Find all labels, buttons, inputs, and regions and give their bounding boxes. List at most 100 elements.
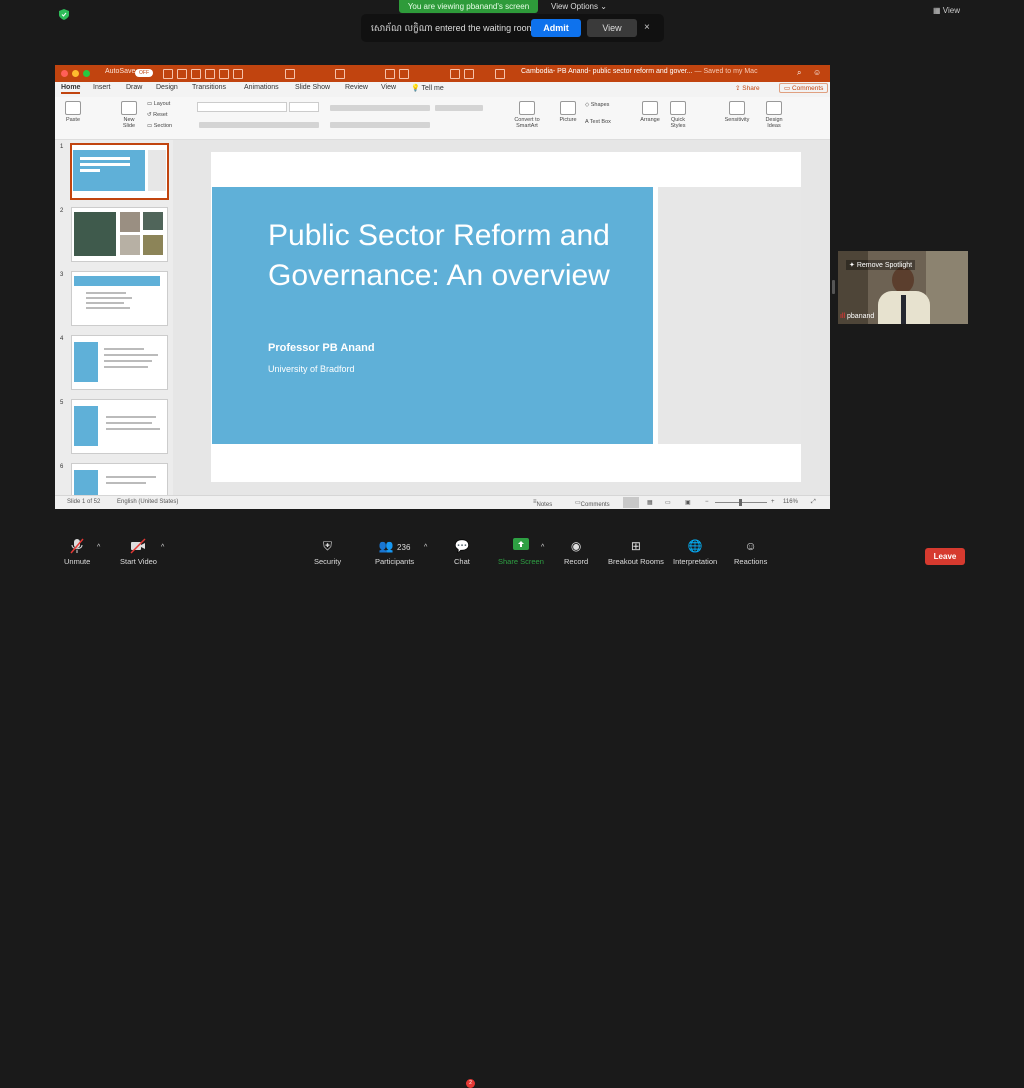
paragraph-buttons-row2[interactable]	[330, 122, 430, 128]
close-notification-icon[interactable]: ×	[644, 14, 650, 42]
admit-button[interactable]: Admit	[531, 19, 581, 37]
layout-button[interactable]: ▭ Layout	[147, 101, 170, 107]
language-status[interactable]: English (United States)	[117, 499, 178, 505]
tab-home[interactable]: Home	[61, 84, 81, 94]
present-icon[interactable]	[464, 69, 474, 79]
picture-button[interactable]: Picture	[557, 101, 579, 123]
video-options-chevron-icon[interactable]: ^	[161, 544, 164, 551]
reset-button[interactable]: ↺ Reset	[147, 112, 168, 118]
status-comments-button[interactable]: ▭ Comments	[575, 499, 610, 508]
leave-button[interactable]: Leave	[925, 548, 965, 565]
record-button[interactable]: ◉ Record	[564, 538, 588, 566]
slideshow-view-icon[interactable]: ▣	[685, 499, 691, 506]
shape-qa-icon[interactable]	[399, 69, 409, 79]
share-screen-chevron-icon[interactable]: ^	[541, 544, 544, 551]
save-icon[interactable]	[177, 69, 187, 79]
redo-icon[interactable]	[205, 69, 215, 79]
quick-styles-button[interactable]: Quick Styles	[667, 101, 689, 129]
font-format-buttons[interactable]	[199, 122, 319, 128]
sensitivity-button[interactable]: Sensitivity	[719, 101, 755, 123]
text-direction-buttons[interactable]	[435, 105, 483, 111]
new-slide-button[interactable]: New Slide	[117, 101, 141, 129]
paste-button[interactable]: Paste	[63, 101, 83, 123]
slide-number: 2	[60, 208, 64, 214]
paragraph-buttons-row1[interactable]	[330, 105, 430, 111]
slide-thumbnail-4[interactable]	[71, 335, 168, 390]
home-icon[interactable]	[163, 69, 173, 79]
chat-button[interactable]: 💬 Chat	[454, 538, 470, 566]
tab-draw[interactable]: Draw	[126, 84, 142, 91]
reactions-button[interactable]: ☺ Reactions	[734, 538, 767, 566]
search-icon[interactable]: ⌕	[797, 68, 801, 78]
slideshow-icon[interactable]	[450, 69, 460, 79]
fit-slide-icon[interactable]: ⤢	[811, 499, 816, 506]
audio-options-chevron-icon[interactable]: ^	[97, 544, 100, 551]
text-box-button[interactable]: A Text Box	[585, 119, 611, 125]
convert-smartart-button[interactable]: Convert to SmartArt	[507, 101, 547, 129]
normal-view-icon[interactable]	[623, 497, 639, 508]
slide-thumbnail-3[interactable]	[71, 271, 168, 326]
participants-button[interactable]: 👥 236 Participants	[375, 538, 414, 566]
share-button[interactable]: ⇪ Share	[735, 84, 760, 92]
share-screen-label: Share Screen	[498, 557, 544, 566]
remove-spotlight-button[interactable]: ✦ Remove Spotlight	[846, 260, 916, 270]
design-ideas-button[interactable]: Design Ideas	[761, 101, 787, 129]
shapes-button[interactable]: ◇ Shapes	[585, 102, 609, 108]
chat-label: Chat	[454, 557, 470, 566]
tab-review[interactable]: Review	[345, 84, 368, 91]
waiting-view-button[interactable]: View	[587, 19, 637, 37]
tab-slide-show[interactable]: Slide Show	[295, 84, 330, 91]
slide-affiliation[interactable]: University of Bradford	[268, 364, 355, 374]
slide-thumbnail-2[interactable]	[71, 207, 168, 262]
section-button[interactable]: ▭ Section	[147, 123, 172, 129]
tab-transitions[interactable]: Transitions	[192, 84, 226, 91]
minimize-window-icon[interactable]	[72, 70, 79, 77]
current-slide[interactable]: Public Sector Reform and Governance: An …	[211, 152, 801, 482]
slide-presenter[interactable]: Professor PB Anand	[268, 342, 375, 354]
more-icon[interactable]	[495, 69, 505, 79]
zoom-in-icon[interactable]: +	[771, 499, 775, 505]
interpretation-label: Interpretation	[673, 557, 718, 566]
table-icon[interactable]	[335, 69, 345, 79]
font-name-select[interactable]	[197, 102, 287, 112]
undo-icon[interactable]	[191, 69, 201, 79]
autosave-toggle[interactable]: OFF	[135, 69, 153, 77]
slide-thumbnail-5[interactable]	[71, 399, 168, 454]
participant-video[interactable]: ✦ Remove Spotlight ıll pbanand	[838, 251, 968, 324]
interpretation-button[interactable]: 🌐 Interpretation	[673, 538, 717, 566]
zoom-out-icon[interactable]: −	[705, 499, 709, 505]
comments-button[interactable]: ▭ Comments	[779, 83, 829, 93]
slide-title[interactable]: Public Sector Reform and Governance: An …	[268, 216, 638, 296]
tab-design[interactable]: Design	[156, 84, 178, 91]
close-window-icon[interactable]	[61, 70, 68, 77]
unmute-button[interactable]: Unmute	[64, 538, 90, 566]
arrange-button[interactable]: Arrange	[637, 101, 663, 123]
slide-thumbnail-6[interactable]	[71, 463, 168, 497]
tab-insert[interactable]: Insert	[93, 84, 111, 91]
tell-me-search[interactable]: 💡 Tell me	[411, 84, 444, 92]
zoom-percentage[interactable]: 116%	[783, 499, 798, 505]
tab-view[interactable]: View	[381, 84, 396, 91]
participants-chevron-icon[interactable]: ^	[424, 544, 427, 551]
account-icon[interactable]: ☺	[813, 68, 821, 77]
security-button[interactable]: ⛨ Security	[314, 538, 341, 566]
format-icon[interactable]	[285, 69, 295, 79]
zoom-slider-handle[interactable]	[739, 499, 742, 506]
font-size-select[interactable]	[289, 102, 319, 112]
panel-resize-handle[interactable]	[832, 280, 835, 294]
reading-view-icon[interactable]: ▭	[665, 499, 671, 506]
zoom-window-icon[interactable]	[83, 70, 90, 77]
slide-thumbnail-1[interactable]	[70, 143, 169, 200]
view-button-top[interactable]: ▦ View	[933, 6, 960, 15]
layout-label: Layout	[153, 101, 171, 107]
picture-qa-icon[interactable]	[385, 69, 395, 79]
toolbar-icon[interactable]	[233, 69, 243, 79]
breakout-rooms-button[interactable]: ⊞ Breakout Rooms	[608, 538, 664, 566]
tab-animations[interactable]: Animations	[244, 84, 279, 91]
start-video-button[interactable]: Start Video	[120, 538, 157, 566]
print-icon[interactable]	[219, 69, 229, 79]
view-options-button[interactable]: View Options ⌄	[551, 0, 607, 13]
notes-button[interactable]: ≡ Notes	[533, 499, 552, 508]
slide-sorter-icon[interactable]: ▦	[647, 499, 653, 506]
share-screen-button[interactable]: Share Screen	[498, 538, 544, 566]
